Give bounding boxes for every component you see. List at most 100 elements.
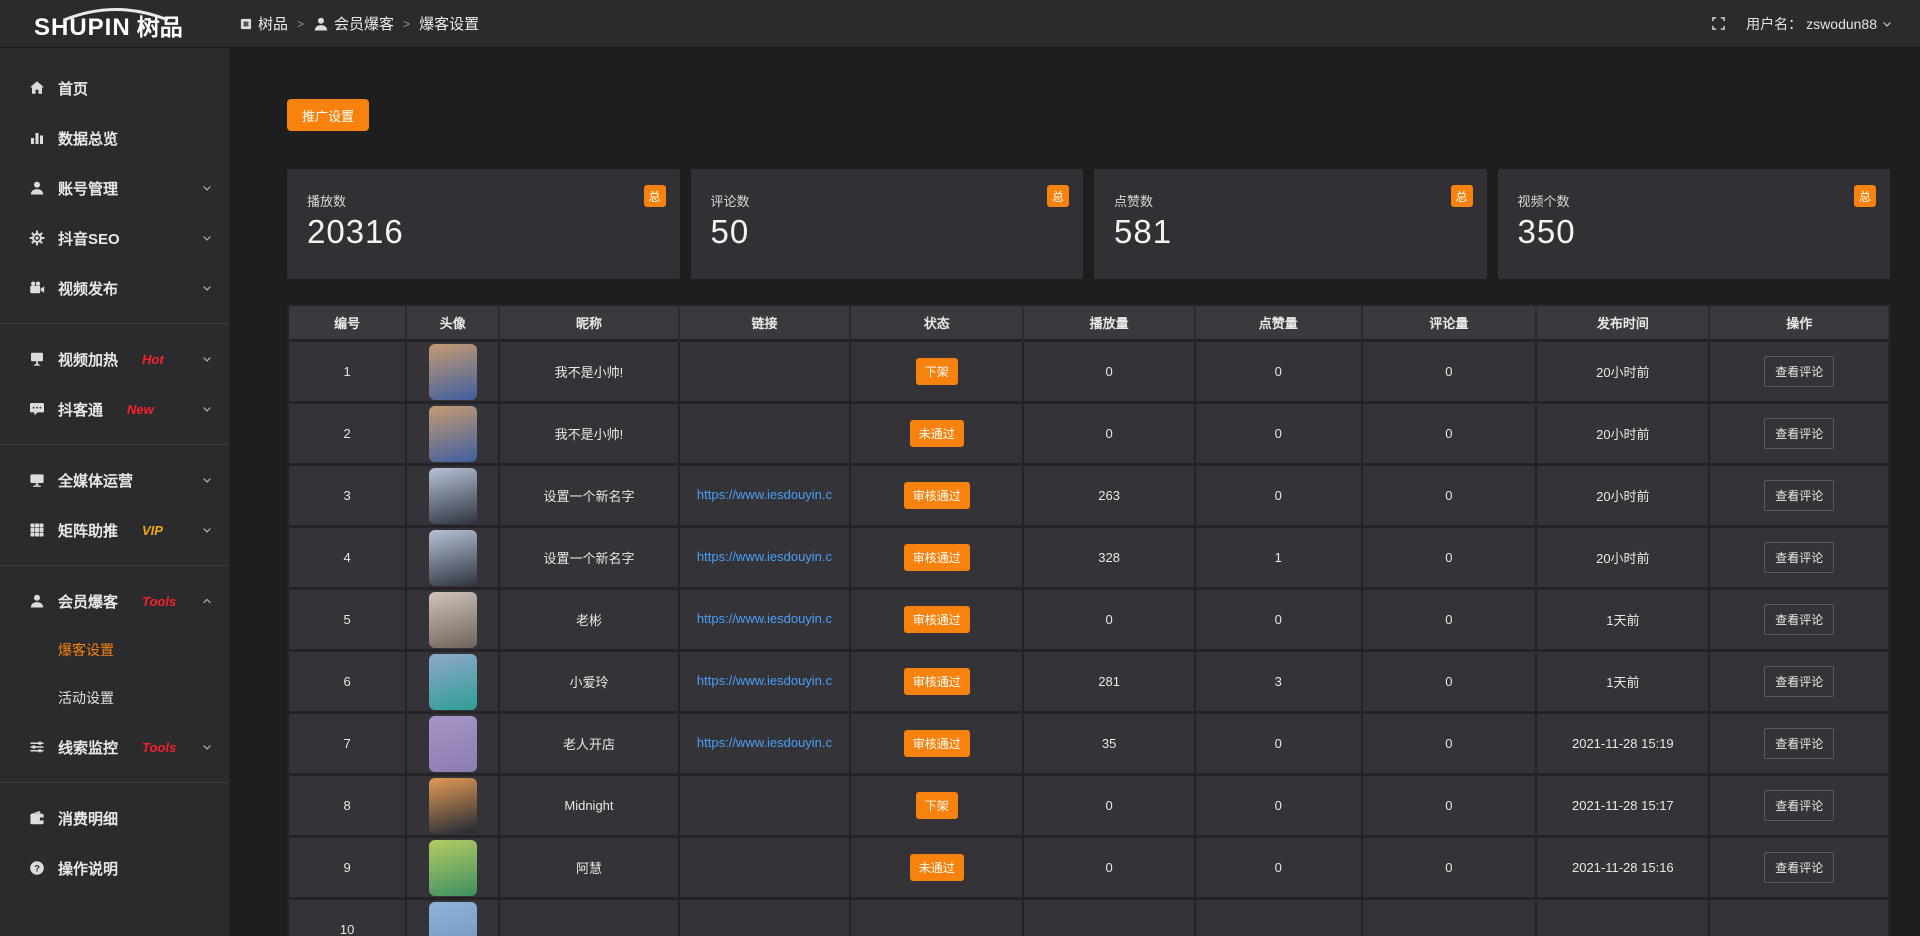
view-comments-button[interactable]: 查看评论 [1764,356,1834,387]
total-badge: 总 [1854,185,1876,207]
stat-card-label: 评论数 [711,191,1070,210]
cell-publish-time: 20小时前 [1537,342,1710,404]
cell-comments: 0 [1363,342,1538,404]
table-row: 7 老人开店 https://www.iesdouyin.c 审核通过 35 0… [287,714,1890,776]
sidebar-item-video-heating[interactable]: 视频加热 Hot [0,334,229,384]
badge-hot: Hot [142,352,164,367]
cell-likes: 0 [1196,590,1363,652]
video-link[interactable]: https://www.iesdouyin.c [697,673,832,688]
cell-link: https://www.iesdouyin.c [680,590,852,652]
cell-status: 下架 [851,776,1024,838]
sidebar-item-home[interactable]: 首页 [0,63,229,113]
sidebar-item-douyin-seo[interactable]: 抖音SEO [0,213,229,263]
sidebar-subitem-baoke-settings[interactable]: 爆客设置 [0,626,229,674]
table-row: 3 设置一个新名字 https://www.iesdouyin.c 审核通过 2… [287,466,1890,528]
cell-comments [1363,900,1538,936]
total-badge: 总 [1047,185,1069,207]
cell-actions: 查看评论 [1710,590,1890,652]
cell-comments: 0 [1363,590,1538,652]
view-comments-button[interactable]: 查看评论 [1764,418,1834,449]
view-comments-button[interactable]: 查看评论 [1764,542,1834,573]
cell-plays: 0 [1024,590,1196,652]
sidebar-item-video-publish[interactable]: 视频发布 [0,263,229,313]
video-link[interactable]: https://www.iesdouyin.c [697,611,832,626]
breadcrumb-item[interactable]: 会员爆客 [313,13,394,34]
cell-actions: 查看评论 [1710,838,1890,900]
view-comments-button[interactable]: 查看评论 [1764,790,1834,821]
video-link[interactable]: https://www.iesdouyin.c [697,487,832,502]
cell-nickname: 老人开店 [500,714,680,776]
sliders-icon [28,739,45,756]
avatar [429,406,477,462]
chevron-down-icon [201,741,213,753]
column-header: 发布时间 [1537,304,1710,342]
promotion-settings-button[interactable]: 推广设置 [287,99,369,131]
cell-actions: 查看评论 [1710,466,1890,528]
sidebar-item-operation-guide[interactable]: ? 操作说明 [0,843,229,893]
sidebar-item-omnimedia-operation[interactable]: 全媒体运营 [0,455,229,505]
breadcrumb-item[interactable]: 树品 [239,13,288,34]
cell-actions: 查看评论 [1710,714,1890,776]
view-comments-button[interactable]: 查看评论 [1764,728,1834,759]
sidebar-item-member-baoke[interactable]: 会员爆客 Tools [0,576,229,626]
user-menu[interactable]: 用户名：zswodun88 [1746,14,1893,34]
stat-card-value: 20316 [307,213,666,251]
cell-comments: 0 [1363,776,1538,838]
cell-plays: 263 [1024,466,1196,528]
table-row: 2 我不是小帅! 未通过 0 0 0 20小时前 查看评论 [287,404,1890,466]
sidebar-item-consumption-details[interactable]: 消费明细 [0,793,229,843]
status-badge: 审核通过 [904,668,970,695]
username-label: 用户名： [1746,14,1802,34]
cell-actions: 查看评论 [1710,404,1890,466]
status-badge: 审核通过 [904,544,970,571]
stat-card: 点赞数 581 总 [1094,169,1487,279]
fullscreen-icon[interactable] [1711,16,1726,31]
grid-square-icon [239,17,253,31]
chevron-down-icon [201,353,213,365]
sidebar-subitem-activity-settings[interactable]: 活动设置 [0,674,229,722]
sidebar-item-matrix-boost[interactable]: 矩阵助推 VIP [0,505,229,555]
avatar [429,654,477,710]
avatar [429,530,477,586]
view-comments-button[interactable]: 查看评论 [1764,480,1834,511]
video-link[interactable]: https://www.iesdouyin.c [697,549,832,564]
grid-icon [28,522,45,539]
avatar [429,468,477,524]
sidebar-item-data-overview[interactable]: 数据总览 [0,113,229,163]
chat-icon [28,401,45,418]
cell-plays: 0 [1024,776,1196,838]
avatar [429,902,477,936]
cell-link [680,404,852,466]
cell-link [680,900,852,936]
cell-link: https://www.iesdouyin.c [680,466,852,528]
breadcrumb-item[interactable]: 爆客设置 [419,13,479,34]
stat-card: 评论数 50 总 [691,169,1084,279]
cell-link: https://www.iesdouyin.c [680,714,852,776]
sidebar-item-account-management[interactable]: 账号管理 [0,163,229,213]
chevron-up-icon [201,595,213,607]
logo-arc-icon [60,8,172,21]
video-link[interactable]: https://www.iesdouyin.c [697,735,832,750]
breadcrumb: 树品>会员爆客>爆客设置 [239,13,479,34]
cell-link [680,838,852,900]
cell-nickname: 老彬 [500,590,680,652]
cell-actions: 查看评论 [1710,652,1890,714]
table-row: 5 老彬 https://www.iesdouyin.c 审核通过 0 0 0 … [287,590,1890,652]
view-comments-button[interactable]: 查看评论 [1764,852,1834,883]
sidebar-item-clue-monitor[interactable]: 线索监控 Tools [0,722,229,772]
view-comments-button[interactable]: 查看评论 [1764,604,1834,635]
cell-actions: 查看评论 [1710,528,1890,590]
sidebar-item-douketong[interactable]: 抖客通 New [0,384,229,434]
stat-card-value: 350 [1518,213,1877,251]
status-badge: 下架 [916,792,958,819]
cell-nickname: 设置一个新名字 [500,466,680,528]
cell-comments: 0 [1363,714,1538,776]
cell-plays: 328 [1024,528,1196,590]
table-row: 8 Midnight 下架 0 0 0 2021-11-28 15:17 查看评… [287,776,1890,838]
cell-nickname: 我不是小帅! [500,404,680,466]
view-comments-button[interactable]: 查看评论 [1764,666,1834,697]
breadcrumb-separator: > [297,17,304,31]
user-icon [28,593,45,610]
cell-actions: 查看评论 [1710,342,1890,404]
video-icon [28,280,45,297]
